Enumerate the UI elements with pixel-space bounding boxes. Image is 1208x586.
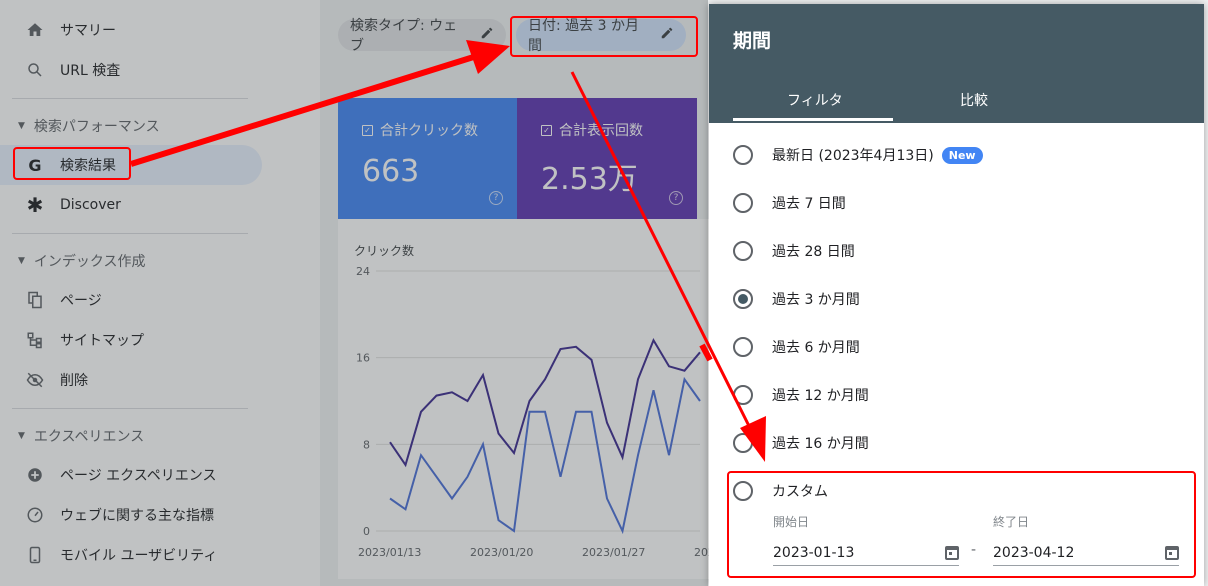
option-last-12-months-label: 過去 12 か月間 (772, 388, 869, 404)
option-latest-day[interactable]: 最新日 (2023年4月13日) New (733, 140, 983, 170)
option-last-28-days-label: 過去 28 日間 (772, 244, 855, 260)
option-last-6-months-label: 過去 6 か月間 (772, 340, 860, 356)
new-badge: New (941, 146, 983, 164)
panel-title: 期間 (733, 30, 772, 52)
option-last-7-days-label: 過去 7 日間 (772, 196, 846, 212)
tab-filter[interactable]: フィルタ (787, 90, 843, 110)
annotation-box-search-results (13, 147, 131, 180)
option-latest-day-label: 最新日 (2023年4月13日) (772, 148, 934, 164)
option-last-7-days[interactable]: 過去 7 日間 (733, 188, 846, 218)
radio-button[interactable] (733, 433, 753, 453)
option-last-3-months[interactable]: 過去 3 か月間 (733, 284, 860, 314)
annotation-box-custom-range (727, 471, 1196, 578)
tab-indicator (733, 118, 893, 121)
radio-button[interactable] (733, 193, 753, 213)
panel-header: 期間 フィルタ 比較 (709, 4, 1204, 123)
option-last-6-months[interactable]: 過去 6 か月間 (733, 332, 860, 362)
modal-scrim[interactable] (0, 0, 708, 586)
radio-button[interactable] (733, 145, 753, 165)
radio-button-selected[interactable] (733, 289, 753, 309)
radio-button[interactable] (733, 241, 753, 261)
radio-button[interactable] (733, 385, 753, 405)
option-last-16-months-label: 過去 16 か月間 (772, 436, 869, 452)
tab-compare[interactable]: 比較 (960, 90, 988, 110)
option-last-3-months-label: 過去 3 か月間 (772, 292, 860, 308)
annotation-box-date-chip (510, 16, 698, 57)
option-last-16-months[interactable]: 過去 16 か月間 (733, 428, 869, 458)
option-last-12-months[interactable]: 過去 12 か月間 (733, 380, 869, 410)
option-last-28-days[interactable]: 過去 28 日間 (733, 236, 855, 266)
radio-button[interactable] (733, 337, 753, 357)
